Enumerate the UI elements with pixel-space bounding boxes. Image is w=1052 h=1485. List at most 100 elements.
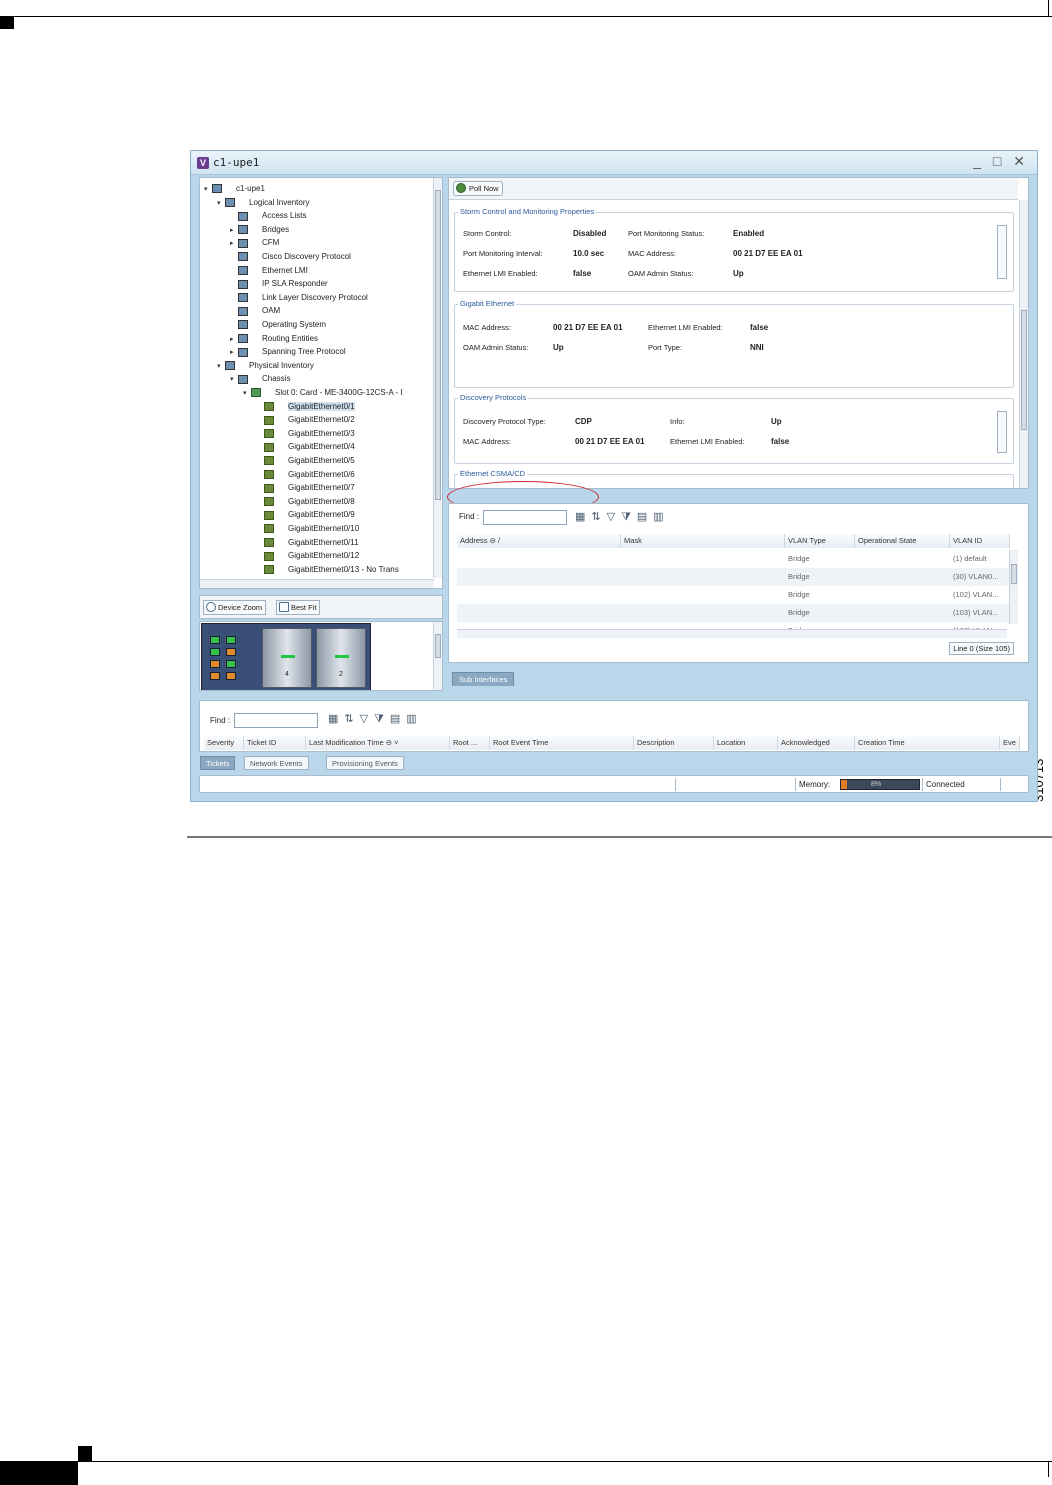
chassis-slot[interactable]: 2 xyxy=(316,628,366,688)
tree-item[interactable]: IP SLA Responder xyxy=(230,277,328,291)
tree-item[interactable]: GigabitEthernet0/1 xyxy=(256,400,355,414)
tree-item[interactable]: GigabitEthernet0/11 xyxy=(256,536,359,550)
tab-tickets[interactable]: Tickets xyxy=(200,756,236,770)
table-filter-icons[interactable]: ▦⇅▽⧩▤▥ xyxy=(575,510,670,524)
tree-item[interactable]: GigabitEthernet0/4 xyxy=(256,440,355,454)
inventory-icon xyxy=(238,320,248,330)
tree-scroll-thumb[interactable] xyxy=(435,190,441,500)
tree-item[interactable]: Access Lists xyxy=(230,209,306,223)
window-titlebar[interactable]: V c1-upe1 _ □ ✕ xyxy=(191,151,1037,175)
expand-toggle-icon[interactable]: ▸ xyxy=(230,237,238,250)
poll-now-button[interactable]: Poll Now xyxy=(453,181,503,196)
tickets-column-header[interactable]: Creation Time xyxy=(855,736,1000,750)
device-image-pane[interactable]: 4 2 xyxy=(199,621,443,691)
tree-item[interactable]: ▾ Physical Inventory xyxy=(217,359,314,373)
ethernet-lmi-value: false xyxy=(750,323,769,332)
table-column-header[interactable]: Address ⊖ / xyxy=(457,534,621,548)
tickets-column-header[interactable]: Root ... xyxy=(450,736,490,750)
expand-toggle-icon[interactable]: ▾ xyxy=(243,387,251,400)
device-scrollbar[interactable] xyxy=(433,622,442,690)
tree-item[interactable]: ▸ CFM xyxy=(230,236,279,250)
tree-item-label: Chassis xyxy=(262,374,291,384)
table-column-header[interactable]: VLAN ID xyxy=(950,534,1010,548)
tree-item[interactable]: GigabitEthernet0/8 xyxy=(256,495,355,509)
expand-toggle-icon[interactable]: ▾ xyxy=(217,360,225,373)
tree-item[interactable]: GigabitEthernet0/13 - No Trans xyxy=(256,563,399,577)
chassis-image: 4 2 xyxy=(201,623,371,690)
tab-sub-interfaces[interactable]: Sub Interfaces xyxy=(452,672,515,686)
inventory-tree[interactable]: ▾ c1-upe1 ▾ Logical Inventory Access Lists ▸ B… xyxy=(199,177,443,589)
memory-fill xyxy=(841,780,848,789)
tree-item[interactable]: ▾ Logical Inventory xyxy=(217,196,309,210)
tree-item[interactable]: GigabitEthernet0/6 xyxy=(256,468,355,482)
tickets-column-header[interactable]: Ticket ID xyxy=(244,736,306,750)
tree-item[interactable]: GigabitEthernet0/7 xyxy=(256,481,355,495)
tab-provisioning-events[interactable]: Provisioning Events xyxy=(326,756,404,770)
table-vertical-scrollbar[interactable] xyxy=(1009,550,1018,624)
tree-item[interactable]: ▸ Bridges xyxy=(230,223,289,237)
tickets-column-header[interactable]: Root Event Time xyxy=(490,736,634,750)
tree-item[interactable]: GigabitEthernet0/5 xyxy=(256,454,355,468)
table-row[interactable]: Bridge (103) VLAN... xyxy=(457,604,1011,622)
tree-item[interactable]: Link Layer Discovery Protocol xyxy=(230,291,368,305)
tree-item-label: Slot 0: Card - ME-3400G-12CS-A - I xyxy=(275,388,403,397)
table-horizontal-scrollbar[interactable] xyxy=(457,629,1007,638)
tree-item[interactable]: ▾ Slot 0: Card - ME-3400G-12CS-A - I xyxy=(243,386,403,400)
tree-item[interactable]: GigabitEthernet0/2 xyxy=(256,413,355,427)
tree-item[interactable]: Operating System xyxy=(230,318,326,332)
chassis-slot[interactable]: 4 xyxy=(262,628,312,688)
tickets-find-input[interactable] xyxy=(234,713,318,728)
expand-toggle-icon[interactable]: ▾ xyxy=(217,197,225,210)
tree-item[interactable]: Cisco Discovery Protocol xyxy=(230,250,351,264)
tickets-column-header[interactable]: Acknowledged xyxy=(778,736,855,750)
table-column-header[interactable]: Mask xyxy=(621,534,785,548)
tree-vertical-scrollbar[interactable] xyxy=(433,178,442,578)
mac-address-value: 00 21 D7 EE EA 01 xyxy=(575,437,645,446)
storm-group-scrollbar[interactable] xyxy=(997,225,1007,279)
storm-control-group: Storm Control and Monitoring Properties … xyxy=(454,207,1014,292)
table-find-input[interactable] xyxy=(483,510,567,525)
tree-item[interactable]: ▸ Routing Entities xyxy=(230,332,318,346)
best-fit-button[interactable]: Best Fit xyxy=(276,600,321,615)
tickets-column-header[interactable]: Eve xyxy=(1000,736,1020,750)
tree-item[interactable]: GigabitEthernet0/3 xyxy=(256,427,355,441)
tree-item-label: Link Layer Discovery Protocol xyxy=(262,292,368,302)
tree-item[interactable]: GigabitEthernet0/10 xyxy=(256,522,359,536)
tickets-column-header[interactable]: Last Modification Time ⊖ ˅ xyxy=(306,736,450,750)
device-zoom-button[interactable]: Device Zoom xyxy=(203,600,267,615)
properties-scrollbar[interactable] xyxy=(1019,200,1028,488)
tickets-column-header[interactable]: Description xyxy=(634,736,714,750)
expand-toggle-icon[interactable]: ▾ xyxy=(204,183,212,196)
table-row[interactable]: Bridge (1) default xyxy=(457,550,1011,568)
expand-toggle-icon[interactable]: ▾ xyxy=(230,373,238,386)
table-row[interactable]: Bridge (30) VLAN0... xyxy=(457,568,1011,586)
table-column-header[interactable]: VLAN Type xyxy=(785,534,855,548)
expand-toggle-icon[interactable]: ▸ xyxy=(230,333,238,346)
tree-item[interactable]: ▸ Spanning Tree Protocol xyxy=(230,345,346,359)
tree-item[interactable]: ▾ Chassis xyxy=(230,372,290,386)
tree-item[interactable]: OAM xyxy=(230,304,280,318)
expand-toggle-icon[interactable]: ▸ xyxy=(230,346,238,359)
tickets-pane: Find : ▦⇅▽⧩▤▥ Severity Ticket ID Last Modi… xyxy=(199,700,1029,752)
properties-scroll-thumb[interactable] xyxy=(1021,310,1027,430)
page-footer-mark xyxy=(78,1446,92,1461)
tab-network-events[interactable]: Network Events xyxy=(244,756,309,770)
tickets-filter-icons[interactable]: ▦⇅▽⧩▤▥ xyxy=(328,712,423,726)
tickets-column-header[interactable]: Location xyxy=(714,736,778,750)
expand-toggle-icon[interactable]: ▸ xyxy=(230,224,238,237)
table-row[interactable]: Bridge (102) VLAN... xyxy=(457,586,1011,604)
tree-item[interactable]: GigabitEthernet0/9 xyxy=(256,508,355,522)
discovery-type-value: CDP xyxy=(575,417,592,426)
tickets-column-header[interactable]: Severity xyxy=(204,736,244,750)
discovery-group-scrollbar[interactable] xyxy=(997,411,1007,453)
table-column-header[interactable]: Operational State xyxy=(855,534,950,548)
tree-item[interactable]: Ethernet LMI xyxy=(230,264,308,278)
tree-horizontal-scrollbar[interactable] xyxy=(200,579,434,588)
device-scroll-thumb[interactable] xyxy=(435,634,441,658)
slot-led xyxy=(281,655,295,658)
window-controls[interactable]: _ □ ✕ xyxy=(973,153,1029,170)
inventory-icon xyxy=(238,333,248,343)
tree-item[interactable]: ▾ c1-upe1 xyxy=(204,182,265,196)
tree-item[interactable]: GigabitEthernet0/12 xyxy=(256,549,359,563)
table-scroll-thumb[interactable] xyxy=(1011,564,1017,584)
